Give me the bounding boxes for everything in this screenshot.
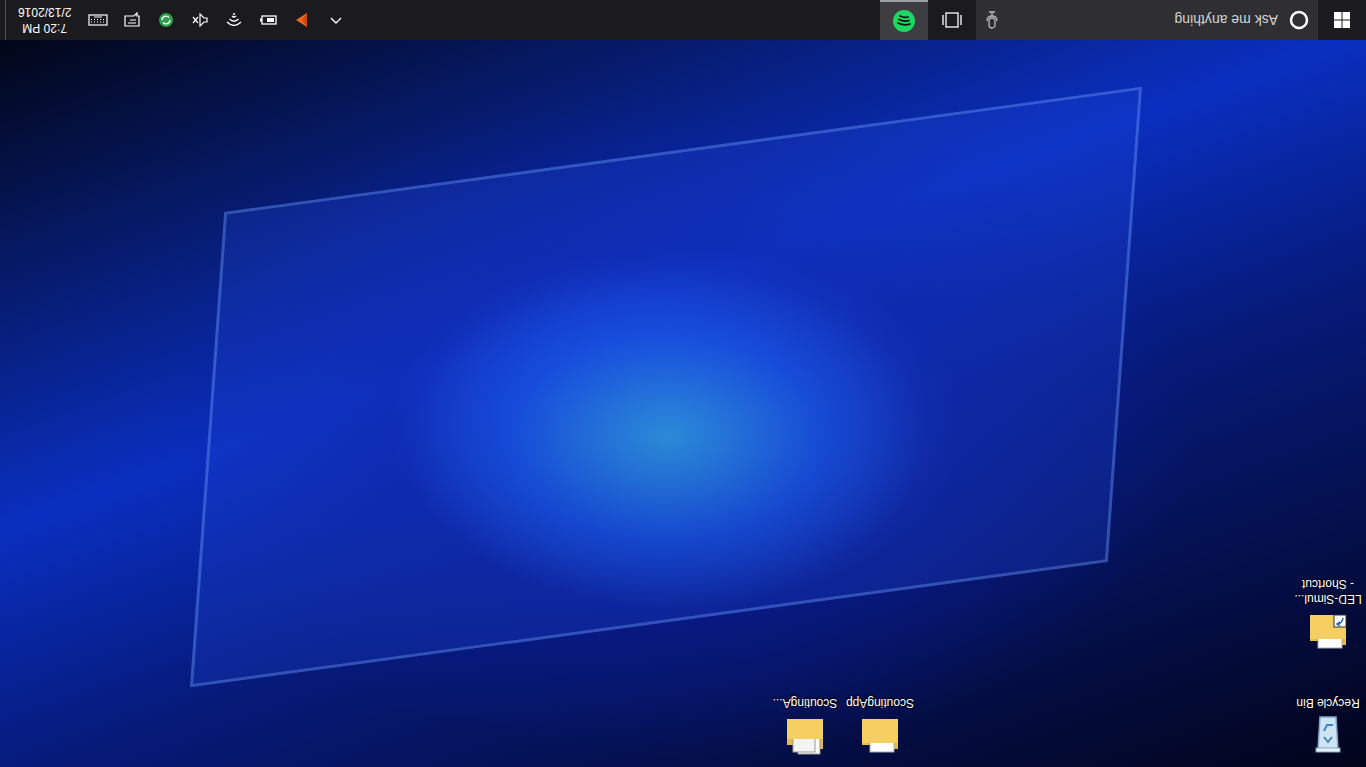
desktop-icon-label: ScoutingApp xyxy=(844,695,916,710)
chevron-up-icon xyxy=(330,14,342,26)
desktop-icon-label: LED-Simul...- Shortcut xyxy=(1292,576,1364,606)
spotify-icon xyxy=(892,9,916,33)
desktop-icon[interactable]: ScoutingA... xyxy=(767,693,843,763)
battery-icon xyxy=(259,14,277,26)
sync-app-icon xyxy=(158,12,174,28)
tray-button[interactable] xyxy=(151,0,181,40)
search-box xyxy=(976,0,1318,40)
volume-icon xyxy=(192,13,208,27)
spotify-button[interactable] xyxy=(880,0,928,40)
label-line: Recycle Bin xyxy=(1292,695,1364,710)
tray-button[interactable] xyxy=(321,0,351,40)
task-view-button[interactable] xyxy=(928,0,976,40)
start-button[interactable] xyxy=(1318,0,1366,40)
tray-button[interactable] xyxy=(253,0,283,40)
search-input[interactable] xyxy=(1008,9,1280,32)
desktop-icon[interactable]: Recycle Bin xyxy=(1290,693,1366,763)
label-line: - Shortcut xyxy=(1292,576,1364,591)
system-tray: 7:20 PM2/13/2016 xyxy=(0,0,351,40)
clock[interactable]: 7:20 PM2/13/2016 xyxy=(10,4,79,36)
tray-button[interactable] xyxy=(219,0,249,40)
microphone-icon[interactable] xyxy=(984,11,1000,29)
desktop-icon-label: Recycle Bin xyxy=(1292,695,1364,710)
documents-folder-icon xyxy=(781,713,829,761)
label-line: ScoutingApp xyxy=(844,695,916,710)
desktop-icon[interactable]: LED-Simul...- Shortcut xyxy=(1290,574,1366,659)
desktop-screen: Recycle Bin LED-Simul...- Shortcut Scoutin… xyxy=(0,0,1366,767)
tray-button[interactable] xyxy=(185,0,215,40)
folder-icon xyxy=(856,713,904,761)
label-line: ScoutingA... xyxy=(769,695,841,710)
show-desktop-button[interactable] xyxy=(0,0,6,40)
tray-button[interactable] xyxy=(117,0,147,40)
orange-app-icon xyxy=(295,12,309,28)
clock-date: 2/13/2016 xyxy=(18,4,71,20)
desktop-icon-label: ScoutingA... xyxy=(769,695,841,710)
action-center-icon xyxy=(124,12,140,28)
taskbar: 7:20 PM2/13/2016 xyxy=(0,0,1366,40)
folder-shortcut-icon xyxy=(1304,609,1352,657)
tray-button[interactable] xyxy=(287,0,317,40)
desktop: Recycle Bin LED-Simul...- Shortcut Scoutin… xyxy=(0,40,1366,767)
wallpaper-chip xyxy=(190,87,1142,688)
recycle-bin-icon xyxy=(1304,713,1352,761)
clock-time: 7:20 PM xyxy=(18,20,71,36)
task-view-icon xyxy=(942,12,962,28)
network-icon xyxy=(226,13,242,27)
tray-button[interactable] xyxy=(83,0,113,40)
windows-logo-icon xyxy=(1334,12,1350,28)
desktop-icon[interactable]: ScoutingApp xyxy=(842,693,918,763)
touch-keyboard-icon xyxy=(88,14,108,26)
label-line: LED-Simul... xyxy=(1292,591,1364,606)
cortana-icon xyxy=(1288,9,1310,31)
